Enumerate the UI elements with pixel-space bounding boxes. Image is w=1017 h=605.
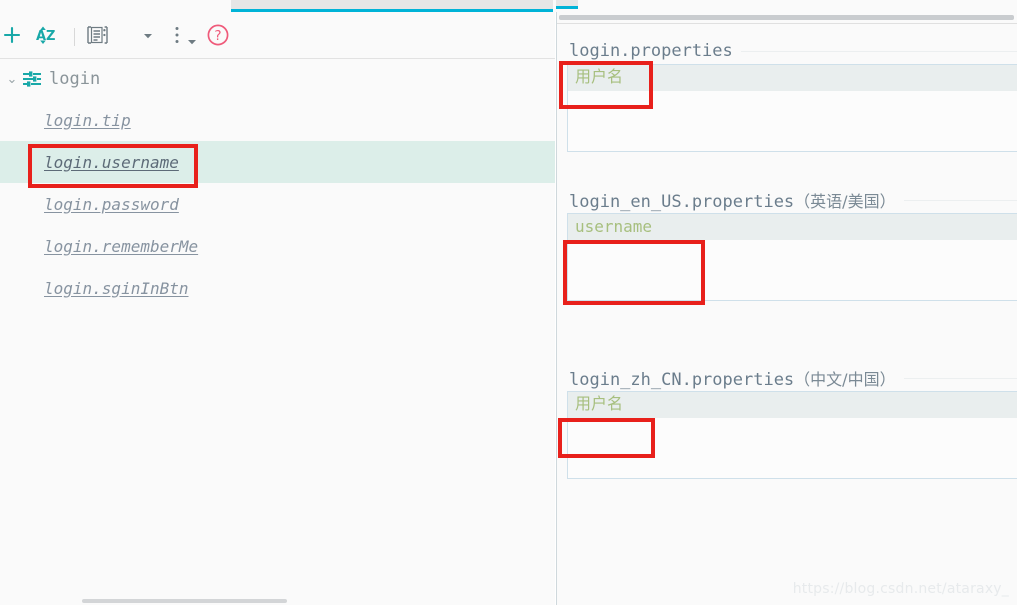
header-rule (903, 377, 1017, 379)
sort-az-icon: AZ (36, 26, 56, 44)
translation-editor-list: login.properties 用户名 login_en_US.propert… (557, 24, 1017, 605)
keys-tree: ⌄ login login.tip login.username login.p… (0, 59, 555, 605)
tree-root-login[interactable]: ⌄ login (0, 59, 555, 99)
more-options-dropdown-button[interactable] (182, 27, 202, 55)
more-vertical-icon (175, 27, 179, 43)
tree-root-label: login (49, 69, 101, 89)
tree-item-login-username[interactable]: login.username (0, 141, 555, 183)
editor-group-filename: login.properties (569, 41, 733, 61)
resource-bundle-keys-panel: AZ ? ⌄ login login.tip login.username lo… (0, 12, 555, 605)
editor-group-default: login.properties 用户名 (557, 38, 1017, 152)
tree-item-label: login.password (44, 194, 179, 214)
editor-group-zh-CN: login_zh_CN.properties（中文/中国） 用户名 (557, 365, 1017, 479)
list-table-icon (87, 26, 108, 44)
keys-toolbar: AZ ? (0, 12, 555, 59)
editor-group-header: login.properties (557, 38, 1017, 64)
editor-tab-secondary[interactable] (556, 0, 578, 9)
chevron-down-icon (144, 34, 152, 39)
value-text: 用户名 (575, 67, 624, 86)
help-button[interactable]: ? (204, 21, 232, 49)
left-panel-horizontal-scrollbar[interactable] (0, 595, 555, 605)
tree-item-label: login.sginInBtn (44, 278, 189, 298)
active-editor-tab[interactable] (231, 0, 553, 12)
header-rule (740, 50, 1017, 52)
tree-item-login-sginInBtn[interactable]: login.sginInBtn (0, 267, 555, 309)
current-line-highlight (568, 392, 1017, 418)
tree-item-label: login.rememberMe (44, 236, 199, 256)
help-circle-icon: ? (207, 24, 229, 46)
tree-item-label: login.username (44, 152, 179, 172)
tree-item-label: login.tip (44, 110, 131, 130)
scrollbar-thumb[interactable] (82, 599, 287, 603)
editor-group-filename: login_en_US.properties（英语/美国） (569, 192, 896, 212)
tree-item-login-password[interactable]: login.password (0, 183, 555, 225)
value-text: 用户名 (575, 394, 624, 413)
editor-group-header: login_en_US.properties（英语/美国） (557, 187, 1017, 213)
value-textarea-zh-CN[interactable]: 用户名 (567, 391, 1017, 479)
sliders-icon (23, 71, 41, 87)
toolbar-separator (74, 28, 75, 46)
chevron-down-icon[interactable]: ⌄ (3, 72, 21, 87)
sort-keys-button[interactable]: AZ (32, 21, 62, 49)
value-text: username (575, 217, 653, 236)
editor-group-en-US: login_en_US.properties（英语/美国） username (557, 187, 1017, 301)
right-panel-horizontal-scrollbar[interactable] (557, 12, 1017, 24)
value-textarea-default[interactable]: 用户名 (567, 64, 1017, 152)
svg-text:?: ? (214, 28, 221, 44)
chevron-down-icon (188, 40, 196, 45)
tree-item-login-rememberMe[interactable]: login.rememberMe (0, 225, 555, 267)
add-property-button[interactable] (0, 21, 24, 49)
editor-tab-strip (0, 0, 1017, 12)
current-line-highlight (568, 65, 1017, 91)
editor-group-header: login_zh_CN.properties（中文/中国） (557, 365, 1017, 391)
watermark-text: https://blog.csdn.net/ataraxy_ (792, 581, 1009, 597)
group-by-button[interactable] (84, 21, 112, 49)
svg-text:AZ: AZ (36, 29, 56, 44)
translation-editor-panel: login.properties 用户名 login_en_US.propert… (556, 12, 1017, 605)
resource-bundle-icon (21, 70, 43, 88)
tree-item-login-tip[interactable]: login.tip (0, 99, 555, 141)
group-by-dropdown-button[interactable] (138, 21, 158, 49)
editor-group-filename: login_zh_CN.properties（中文/中国） (569, 370, 896, 390)
scrollbar-thumb[interactable] (559, 15, 1014, 20)
value-textarea-en-US[interactable]: username (567, 213, 1017, 301)
plus-icon (3, 26, 21, 44)
header-rule (903, 199, 1017, 201)
